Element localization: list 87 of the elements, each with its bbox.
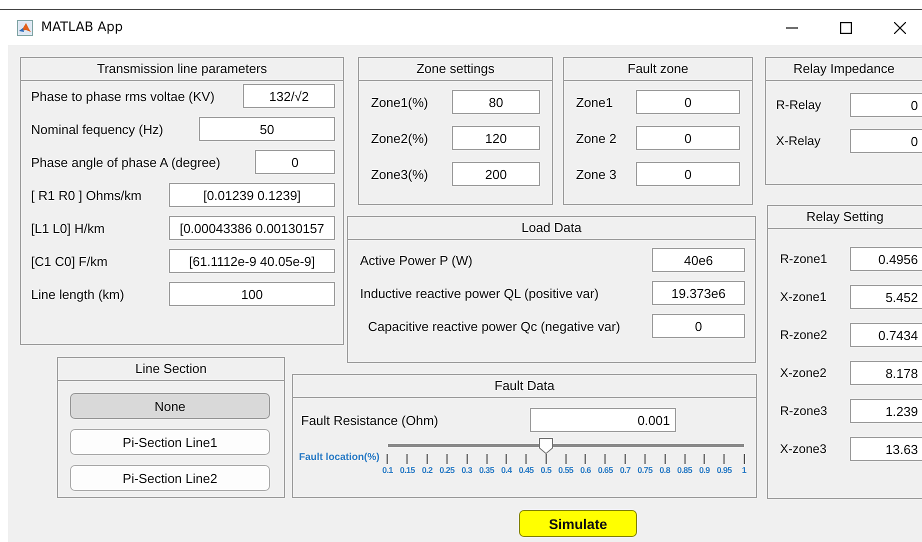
tick-label: 1 [742, 465, 746, 475]
field-label: Zone1 [576, 94, 613, 110]
window-title: MATLAB App [41, 20, 123, 35]
field-label: Line length (km) [31, 286, 124, 302]
input-field[interactable]: 132/√2 [243, 84, 335, 108]
tick-label: 0.3 [461, 465, 472, 475]
tick-label: 0.5 [540, 465, 552, 475]
input-field[interactable]: 40e6 [652, 248, 745, 272]
field-label: X-Relay [776, 134, 820, 148]
panel-title: Fault zone [564, 58, 752, 81]
field-label: [C1 C0] F/km [31, 254, 108, 268]
input-field[interactable]: [0.00043386 0.00130157 [169, 216, 335, 240]
tick-label: 0.15 [400, 465, 415, 475]
tick-label: 0.1 [382, 465, 393, 475]
tick-label: 0.35 [479, 465, 494, 475]
input-field[interactable]: [61.1112e-9 40.05e-9] [169, 249, 335, 273]
field-label: Zone2(%) [371, 130, 428, 146]
field-label: R-zone3 [780, 404, 828, 418]
toggle-button[interactable]: None [70, 393, 270, 419]
field-label: Inductive reactive power QL (positive var) [360, 286, 599, 300]
input-field[interactable]: 0.7434 [850, 323, 922, 347]
panel-title: Relay Impedance [766, 58, 922, 81]
tick-label: 0.65 [598, 465, 613, 475]
input-field[interactable]: [0.01239 0.1239] [169, 183, 335, 207]
field-label: R-zone2 [780, 328, 828, 342]
input-field[interactable]: 19.373e6 [652, 281, 745, 305]
input-field[interactable]: 0 [636, 90, 740, 114]
tick-label: 0.45 [518, 465, 534, 475]
field-label: X-zone2 [780, 366, 827, 380]
field-label: Phase angle of phase A (degree) [31, 154, 220, 170]
panel-title: Transmission line parameters [21, 58, 343, 81]
field-label: Zone1(%) [371, 94, 428, 110]
input-field[interactable]: 0 [850, 129, 922, 153]
field-label: X-zone1 [780, 290, 827, 304]
tick-label: 0.7 [620, 465, 630, 475]
input-field[interactable]: 0 [652, 314, 745, 338]
field-label: Active Power P (W) [360, 252, 472, 268]
input-field[interactable]: 5.452 [850, 285, 922, 309]
field-label: Zone 2 [576, 130, 616, 146]
tick-label: 0.6 [580, 465, 591, 475]
tick-label: 0.25 [440, 465, 454, 475]
tick-label: 0.75 [638, 465, 652, 475]
field-label: R-Relay [776, 98, 822, 112]
input-field[interactable]: 50 [199, 117, 335, 141]
field-label: Zone 3 [576, 166, 616, 182]
maximize-icon[interactable] [840, 22, 852, 34]
input-field[interactable]: 80 [452, 90, 540, 114]
field-label: Zone3(%) [371, 166, 428, 182]
input-field[interactable]: 120 [452, 126, 540, 150]
input-field[interactable]: 0 [636, 126, 740, 150]
field-label: Fault Resistance (Ohm) [301, 412, 438, 428]
field-label: X-zone3 [780, 442, 827, 456]
toggle-button[interactable]: Pi-Section Line1 [70, 429, 270, 455]
panel-title: Zone settings [359, 58, 552, 81]
field-label: [ R1 R0 ] Ohms/km [31, 188, 142, 202]
tick-label: 0.2 [422, 465, 432, 475]
input-field[interactable]: 200 [452, 162, 540, 186]
field-label: Nominal fequency (Hz) [31, 122, 164, 136]
slider-label: Fault location(%) [299, 452, 380, 465]
field-label: [L1 L0] H/km [31, 220, 105, 236]
close-icon[interactable] [894, 22, 906, 34]
input-field[interactable]: 100 [169, 282, 335, 306]
input-field[interactable]: 13.63 [850, 437, 922, 461]
tick-label: 0.8 [659, 465, 670, 475]
tick-label: 0.55 [558, 465, 574, 475]
field-label: Phase to phase rms voltae (KV) [31, 88, 215, 104]
tick-label: 0.9 [699, 465, 710, 475]
panel-title: Fault Data [293, 375, 756, 398]
input-field[interactable]: 0 [255, 150, 335, 174]
tick-label: 0.95 [716, 465, 732, 475]
simulate-button[interactable]: Simulate [519, 510, 637, 537]
input-field[interactable]: 1.239 [850, 399, 922, 423]
tick-label: 0.85 [677, 465, 692, 475]
input-field[interactable]: 0.001 [530, 408, 676, 432]
toggle-button[interactable]: Pi-Section Line2 [70, 465, 270, 491]
panel-title: Line Section [58, 358, 284, 381]
input-field[interactable]: 0.4956 [850, 247, 922, 271]
input-field[interactable]: 0 [850, 93, 922, 117]
app-logo-icon [17, 20, 33, 36]
field-label: R-zone1 [780, 252, 828, 266]
tick-label: 0.4 [501, 465, 512, 475]
field-label: Capacitive reactive power Qc (negative var) [367, 318, 620, 334]
slider-thumb[interactable] [538, 438, 553, 454]
input-field[interactable]: 8.178 [850, 361, 922, 385]
panel-title: Load Data [348, 217, 755, 240]
panel-title: Relay Setting [768, 206, 922, 229]
input-field[interactable]: 0 [636, 162, 740, 186]
